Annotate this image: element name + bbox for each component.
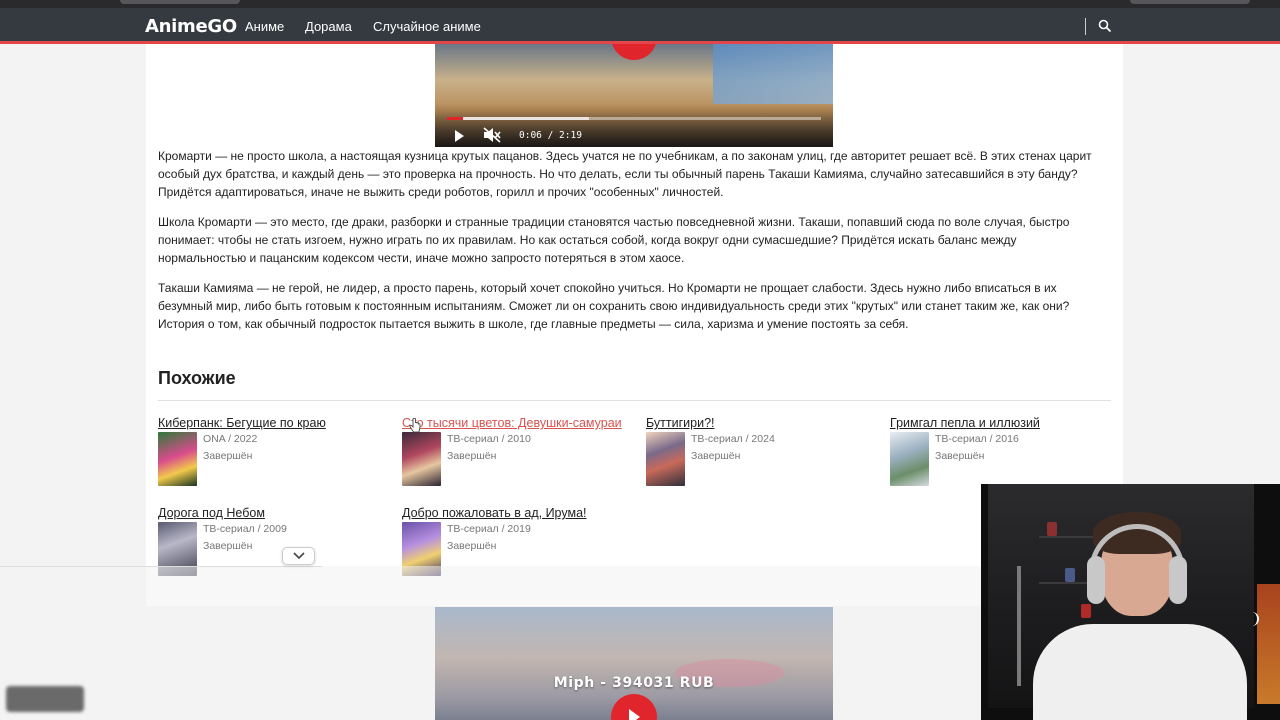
webcam-figurine xyxy=(1081,604,1091,618)
description-paragraph: Кромарти — не просто школа, а настоящая … xyxy=(158,149,1092,199)
description-paragraph: Такаши Камияма — не герой, не лидер, а п… xyxy=(158,281,1070,331)
donation-video-player[interactable]: Miph - 394031 RUB xyxy=(435,607,833,720)
webcam-person-shirt xyxy=(1033,624,1247,720)
nav-link-anime[interactable]: Аниме xyxy=(245,19,284,34)
anime-status: Завершён xyxy=(691,450,741,462)
overlay-divider xyxy=(0,566,322,567)
webcam-sword xyxy=(1017,566,1021,686)
similar-anime-title[interactable]: Добро пожаловать в ад, Ирума! xyxy=(402,506,587,520)
chevron-down-icon xyxy=(293,552,305,560)
big-play-button[interactable] xyxy=(611,44,657,60)
webcam-figurine xyxy=(1047,522,1057,536)
anime-poster-thumbnail[interactable] xyxy=(158,432,197,486)
anime-type-year: ТВ-сериал / 2019 xyxy=(447,523,531,535)
nav-divider xyxy=(1085,18,1086,35)
headphones-cup xyxy=(1169,556,1187,604)
video-frame-sky xyxy=(713,44,833,104)
anime-type-year: ТВ-сериал / 2009 xyxy=(203,523,287,535)
similar-anime-title[interactable]: Буттигири?! xyxy=(646,416,715,430)
anime-poster-thumbnail[interactable] xyxy=(646,432,685,486)
similar-anime-card[interactable]: Сто тысячи цветов: Девушки-самураи ТВ-се… xyxy=(402,416,632,502)
video-buffer xyxy=(447,117,590,120)
search-icon[interactable] xyxy=(1098,19,1112,33)
similar-anime-title[interactable]: Гримгал пепла и иллюзий xyxy=(890,416,1040,430)
similar-section-title: Похожие xyxy=(158,368,236,388)
anime-status: Завершён xyxy=(447,450,497,462)
browser-tab[interactable] xyxy=(1130,0,1250,4)
play-icon[interactable] xyxy=(611,694,657,720)
anime-type-year: ONA / 2022 xyxy=(203,433,258,445)
similar-anime-card[interactable]: Буттигири?! ТВ-сериал / 2024 Завершён xyxy=(646,416,876,502)
anime-status: Завершён xyxy=(447,540,497,552)
section-divider xyxy=(158,400,1111,401)
play-icon[interactable] xyxy=(455,130,464,142)
webcam-overlay xyxy=(981,484,1280,720)
video-time: 0:06 / 2:19 xyxy=(519,130,582,141)
similar-anime-title[interactable]: Киберпанк: Бегущие по краю xyxy=(158,416,326,430)
nav-link-random-anime[interactable]: Случайное аниме xyxy=(373,19,481,34)
video-progress-fill xyxy=(447,117,464,120)
video-controls: 0:06 / 2:19 xyxy=(435,103,833,147)
similar-anime-title[interactable]: Сто тысячи цветов: Девушки-самураи xyxy=(402,416,622,430)
browser-tab[interactable] xyxy=(120,0,240,4)
donation-alert-text: Miph - 394031 RUB xyxy=(553,675,715,691)
volume-muted-icon[interactable] xyxy=(483,127,501,143)
scroll-expand-button[interactable] xyxy=(282,547,315,565)
video-progress-bar[interactable] xyxy=(447,117,821,120)
trailer-video-player[interactable]: 0:06 / 2:19 xyxy=(435,44,833,147)
description-paragraph: Школа Кромарти — это место, где драки, р… xyxy=(158,215,1070,265)
anime-status: Завершён xyxy=(203,450,253,462)
anime-status: Завершён xyxy=(203,540,253,552)
anime-type-year: ТВ-сериал / 2016 xyxy=(935,433,1019,445)
similar-anime-card[interactable]: Киберпанк: Бегущие по краю ONA / 2022 За… xyxy=(158,416,388,502)
browser-tab-strip xyxy=(0,0,1280,8)
anime-status: Завершён xyxy=(935,450,985,462)
nav-link-dorama[interactable]: Дорама xyxy=(305,19,352,34)
site-logo[interactable]: AnimeGO xyxy=(145,16,237,37)
webcam-poster xyxy=(1257,584,1280,704)
headphones-cup xyxy=(1087,556,1105,604)
webcam-figurine xyxy=(1065,568,1075,582)
blurred-button[interactable] xyxy=(6,686,84,712)
anime-poster-thumbnail[interactable] xyxy=(402,432,441,486)
top-navbar: AnimeGO Аниме Дорама Случайное аниме xyxy=(0,8,1280,44)
mouse-cursor-icon xyxy=(409,418,421,433)
anime-type-year: ТВ-сериал / 2010 xyxy=(447,433,531,445)
anime-type-year: ТВ-сериал / 2024 xyxy=(691,433,775,445)
similar-anime-title[interactable]: Дорога под Небом xyxy=(158,506,265,520)
anime-poster-thumbnail[interactable] xyxy=(890,432,929,486)
